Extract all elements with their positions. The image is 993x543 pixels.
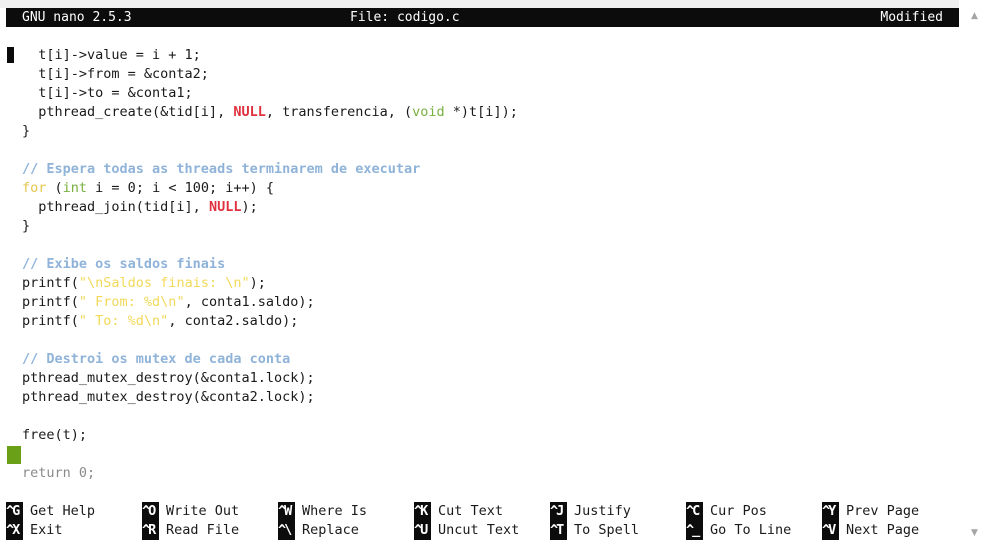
- code-line[interactable]: printf(" To: %d\n", conta2.saldo);: [22, 312, 298, 331]
- shortcut-go-to-line[interactable]: ^_ Go To Line: [686, 521, 791, 540]
- code-line[interactable]: t[i]->from = &conta2;: [22, 65, 209, 84]
- shortcut-key: ^T: [550, 521, 567, 540]
- shortcut-label: Next Page: [846, 522, 920, 538]
- shortcut-key: ^R: [142, 521, 159, 540]
- code-comment[interactable]: // Espera todas as threads terminarem de…: [22, 160, 420, 179]
- code-text: );: [241, 199, 258, 215]
- shortcut-label: Write Out: [166, 503, 240, 519]
- code-text: );: [249, 275, 266, 291]
- nano-title-bar: GNU nano 2.5.3 File: codigo.c Modified: [6, 8, 959, 27]
- file-name: File: codigo.c: [350, 10, 460, 25]
- code-text: , conta1.saldo);: [184, 294, 315, 310]
- code-text: printf(: [22, 275, 79, 291]
- scroll-up-icon[interactable]: ▲: [971, 11, 978, 21]
- editor-version: GNU nano 2.5.3: [22, 10, 132, 25]
- shortcut-cut-text[interactable]: ^K Cut Text: [414, 502, 503, 521]
- shortcut-key: ^C: [686, 502, 703, 521]
- code-line[interactable]: pthread_mutex_destroy(&conta2.lock);: [22, 388, 315, 407]
- cursor-line-marker: [7, 446, 21, 464]
- shortcut-label: Uncut Text: [438, 522, 520, 538]
- shortcut-label: Cut Text: [438, 503, 504, 519]
- code-line[interactable]: t[i]->value = i + 1;: [22, 46, 201, 65]
- code-line[interactable]: printf("\nSaldos finais: \n");: [22, 274, 266, 293]
- shortcut-key: ^G: [6, 502, 23, 521]
- shortcut-label: Cur Pos: [710, 503, 767, 519]
- text-cursor: [7, 47, 14, 63]
- shortcut-key: ^J: [550, 502, 567, 521]
- shortcut-key: ^\: [278, 521, 295, 540]
- shortcut-label: Exit: [30, 522, 63, 538]
- vertical-scrollbar[interactable]: ▲ ▼: [959, 0, 993, 543]
- code-text: i = 0; i < 100; i++) {: [87, 180, 274, 196]
- code-text: printf(: [22, 313, 79, 329]
- code-line[interactable]: pthread_create(&tid[i], NULL, transferen…: [22, 103, 518, 122]
- shortcut-next-page[interactable]: ^V Next Page: [822, 521, 919, 540]
- void-keyword: void: [412, 104, 445, 120]
- int-keyword: int: [62, 180, 88, 196]
- window-top-strip: [0, 0, 993, 8]
- shortcut-to-spell[interactable]: ^T To Spell: [550, 521, 639, 540]
- shortcut-cur-pos[interactable]: ^C Cur Pos: [686, 502, 767, 521]
- shortcut-label: Prev Page: [846, 503, 920, 519]
- shortcut-key: ^_: [686, 521, 703, 540]
- null-keyword: NULL: [233, 104, 266, 120]
- code-line[interactable]: }: [22, 217, 30, 236]
- shortcut-label: Justify: [574, 503, 631, 519]
- shortcut-label: Go To Line: [710, 522, 792, 538]
- shortcut-where-is[interactable]: ^W Where Is: [278, 502, 367, 521]
- code-line[interactable]: }: [22, 122, 30, 141]
- shortcut-replace[interactable]: ^\ Replace: [278, 521, 359, 540]
- code-text: , transferencia, (: [265, 104, 413, 120]
- for-keyword: for: [22, 180, 47, 196]
- code-text: printf(: [22, 294, 79, 310]
- null-keyword: NULL: [208, 199, 242, 215]
- shortcut-key: ^O: [142, 502, 159, 521]
- code-line[interactable]: pthread_mutex_destroy(&conta1.lock);: [22, 369, 315, 388]
- shortcut-label: Get Help: [30, 503, 96, 519]
- shortcut-prev-page[interactable]: ^Y Prev Page: [822, 502, 919, 521]
- code-text: (: [46, 180, 63, 196]
- shortcut-label: To Spell: [574, 522, 640, 538]
- shortcut-bar: ^G Get Help ^O Write Out ^W Where Is ^K Cut …: [0, 501, 960, 543]
- string-literal: " From: %d\n": [78, 294, 185, 310]
- code-line[interactable]: free(t);: [22, 426, 87, 445]
- code-text: , conta2.saldo);: [168, 313, 299, 329]
- shortcut-uncut-text[interactable]: ^U Uncut Text: [414, 521, 519, 540]
- string-literal: "\nSaldos finais: \n": [78, 275, 250, 291]
- shortcut-get-help[interactable]: ^G Get Help: [6, 502, 95, 521]
- code-line[interactable]: pthread_join(tid[i], NULL);: [22, 198, 258, 217]
- shortcut-exit[interactable]: ^X Exit: [6, 521, 63, 540]
- code-line[interactable]: printf(" From: %d\n", conta1.saldo);: [22, 293, 315, 312]
- code-line[interactable]: for (int i = 0; i < 100; i++) {: [22, 179, 274, 198]
- shortcut-label: Read File: [166, 522, 240, 538]
- shortcut-read-file[interactable]: ^R Read File: [142, 521, 239, 540]
- shortcut-write-out[interactable]: ^O Write Out: [142, 502, 239, 521]
- string-literal: " To: %d\n": [78, 313, 169, 329]
- code-line[interactable]: t[i]->to = &conta1;: [22, 84, 192, 103]
- shortcut-key: ^U: [414, 521, 431, 540]
- shortcut-key: ^K: [414, 502, 431, 521]
- shortcut-justify[interactable]: ^J Justify: [550, 502, 631, 521]
- shortcut-key: ^W: [278, 502, 295, 521]
- code-text: *)t[i]);: [444, 104, 518, 120]
- shortcut-label: Replace: [302, 522, 359, 538]
- shortcut-key: ^V: [822, 521, 839, 540]
- code-text: pthread_join(tid[i],: [22, 199, 209, 215]
- modified-status: Modified: [880, 10, 943, 25]
- shortcut-key: ^X: [6, 521, 23, 540]
- shortcut-label: Where Is: [302, 503, 368, 519]
- shortcut-key: ^Y: [822, 502, 839, 521]
- code-comment[interactable]: // Exibe os saldos finais: [22, 255, 225, 274]
- code-text: pthread_create(&tid[i],: [22, 104, 234, 120]
- scroll-down-icon[interactable]: ▼: [971, 528, 978, 538]
- code-line[interactable]: return 0;: [22, 464, 95, 483]
- code-comment[interactable]: // Destroi os mutex de cada conta: [22, 350, 290, 369]
